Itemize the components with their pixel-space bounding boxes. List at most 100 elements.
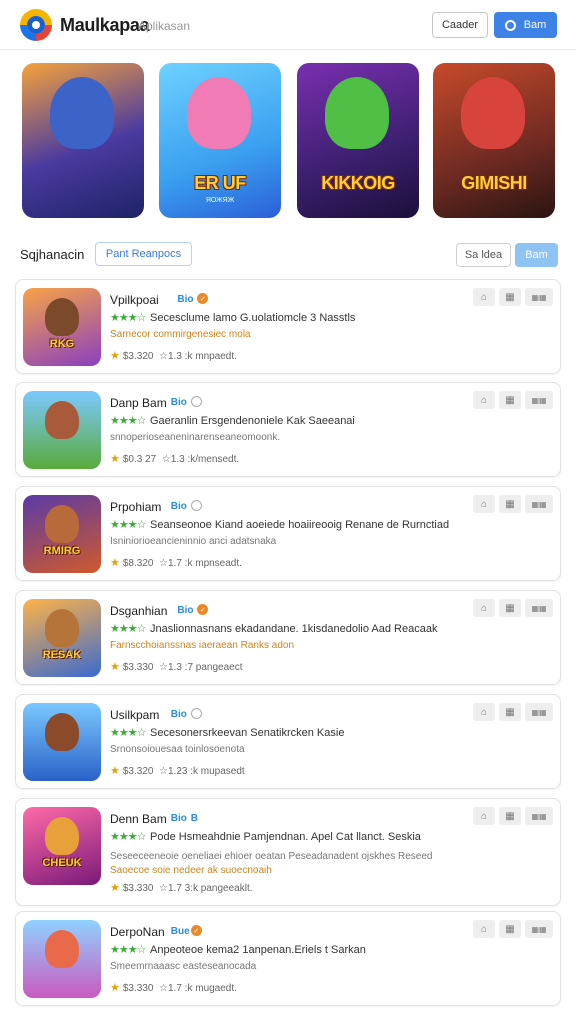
- app-description: Jnaslionnasnans ekadandane. 1kisdanedoli…: [150, 623, 438, 635]
- app-actions: ⌂ ▦ ▦▦: [473, 703, 553, 721]
- grid-icon[interactable]: ▦: [499, 391, 521, 409]
- app-price: $3.330: [122, 662, 154, 673]
- app-thumbnail: [23, 703, 101, 781]
- app-name[interactable]: Dsganhian: [110, 604, 167, 618]
- app-name[interactable]: Prpohiam: [110, 500, 161, 514]
- info-badge-icon: [190, 396, 202, 407]
- app-price: $3.320: [122, 351, 154, 362]
- info-badge-icon: [190, 708, 202, 719]
- app-price: $3.320: [122, 766, 154, 777]
- more-icon[interactable]: ▦▦: [525, 391, 553, 409]
- featured-card[interactable]: ER UF ЯОЖЯЖ: [159, 63, 281, 218]
- more-icon[interactable]: ▦▦: [525, 599, 553, 617]
- app-description-secondary: Srnonsoiouesaa toinlosoenota: [110, 744, 245, 755]
- app-actions: ⌂ ▦ ▦▦: [473, 599, 553, 617]
- app-character-illustration: [45, 930, 79, 968]
- featured-card[interactable]: GIMISHI: [433, 63, 555, 218]
- app-list-item[interactable]: RMIRG Prpohiam Bio ★★★☆ Seanseonoe Kiand…: [15, 486, 561, 581]
- app-logo-icon[interactable]: [20, 9, 52, 41]
- star-coin-icon: ★: [110, 453, 120, 465]
- app-downloads: ☆1.7 :k mpnseadt.: [159, 558, 242, 569]
- app-name[interactable]: Danp Bam: [110, 396, 167, 410]
- app-name[interactable]: Vpilkpoai: [110, 293, 159, 307]
- app-tag: Bio: [170, 813, 187, 824]
- app-name[interactable]: Usilkpam: [110, 708, 159, 722]
- more-icon[interactable]: ▦▦: [525, 920, 553, 938]
- app-thumbnail-title: CHEUK: [42, 857, 82, 869]
- featured-card[interactable]: KIKKOIG: [297, 63, 419, 218]
- section-title: Sqjhanacin: [20, 247, 85, 262]
- rating-stars-icon: ★★★☆: [110, 623, 146, 635]
- app-tag: Bio: [177, 294, 194, 305]
- sort-outline-button[interactable]: Sa ldea: [456, 243, 511, 267]
- app-tag: Bio: [170, 397, 187, 408]
- app-description: Pode Hsmeahdnie Pamjendnan. Apel Cat lla…: [150, 831, 421, 843]
- app-character-illustration: [45, 817, 79, 855]
- app-meta: ★ $3.320 ☆1.23 :k mupasedt: [110, 764, 245, 777]
- star-coin-icon: ★: [110, 661, 120, 673]
- bookmark-icon[interactable]: ⌂: [473, 391, 495, 409]
- app-actions: ⌂ ▦ ▦▦: [473, 807, 553, 825]
- grid-icon[interactable]: ▦: [499, 495, 521, 513]
- featured-card[interactable]: [22, 63, 144, 218]
- app-thumbnail: [23, 920, 101, 998]
- app-thumbnail: [23, 391, 101, 469]
- app-downloads: ☆1.3 :k mnpaedt.: [159, 351, 237, 362]
- header-outline-button[interactable]: Caader: [432, 12, 488, 38]
- featured-title: GIMISHI: [461, 173, 527, 193]
- more-icon[interactable]: ▦▦: [525, 288, 553, 306]
- grid-icon[interactable]: ▦: [499, 599, 521, 617]
- grid-icon[interactable]: ▦: [499, 288, 521, 306]
- bookmark-icon[interactable]: ⌂: [473, 703, 495, 721]
- info-badge-icon: [190, 500, 202, 511]
- featured-character-illustration: [187, 77, 251, 149]
- app-description-tertiary: Saoecoe soie nedeer ak suoecnoaih: [110, 865, 272, 876]
- app-list-item[interactable]: Danp Bam Bio ★★★☆ Gaeranlin Ersgendenoni…: [15, 382, 561, 477]
- app-character-illustration: [45, 298, 79, 336]
- grid-icon[interactable]: ▦: [499, 807, 521, 825]
- app-list-item[interactable]: CHEUK Denn Bam Bio B ★★★☆ Pode Hsmeahdni…: [15, 798, 561, 906]
- star-coin-icon: ★: [110, 557, 120, 569]
- bookmark-icon[interactable]: ⌂: [473, 807, 495, 825]
- app-description-secondary: Seseeceeneoie oeneliaei ehioer oeatan Pe…: [110, 851, 433, 862]
- bookmark-icon[interactable]: ⌂: [473, 288, 495, 306]
- app-description: Seanseonoe Kiand aoeiede hoaiireooig Ren…: [150, 519, 450, 531]
- badge-text: B: [190, 813, 199, 824]
- rating-stars-icon: ★★★☆: [110, 415, 146, 427]
- app-character-illustration: [45, 609, 79, 647]
- app-tag: Bio: [170, 709, 187, 720]
- more-icon[interactable]: ▦▦: [525, 807, 553, 825]
- app-description: Gaeranlin Ersgendenoniele Kak Saeeanai: [150, 415, 355, 427]
- app-price: $3.330: [122, 983, 154, 994]
- app-list-item[interactable]: RESAK Dsganhian Bio ✓ ★★★☆ Jnaslionnasna…: [15, 590, 561, 685]
- app-description-secondary: snnoperioseaneninarenseaneomoonk.: [110, 432, 281, 443]
- filter-chip[interactable]: Pant Reanpocs: [95, 242, 192, 266]
- featured-character-illustration: [461, 77, 525, 149]
- app-price: $3.330: [122, 883, 154, 894]
- app-actions: ⌂ ▦ ▦▦: [473, 495, 553, 513]
- app-list-item[interactable]: RKG Vpilkpoai Bio ✓ ★★★☆ Secesclume lamo…: [15, 279, 561, 374]
- app-name[interactable]: DerpoNan: [110, 925, 165, 939]
- grid-icon[interactable]: ▦: [499, 703, 521, 721]
- more-icon[interactable]: ▦▦: [525, 703, 553, 721]
- star-coin-icon: ★: [110, 765, 120, 777]
- bookmark-icon[interactable]: ⌂: [473, 599, 495, 617]
- app-list-item[interactable]: DerpoNan Bue ✓ ★★★☆ Anpeoteoe kema2 1anp…: [15, 911, 561, 1006]
- app-name[interactable]: Denn Bam: [110, 812, 167, 826]
- app-subtitle: Aplikasan: [138, 19, 191, 33]
- app-list-item[interactable]: Usilkpam Bio ★★★☆ Secesonersrkeevan Sena…: [15, 694, 561, 789]
- rating-stars-icon: ★★★☆: [110, 944, 146, 956]
- app-thumbnail: RESAK: [23, 599, 101, 677]
- sort-primary-button[interactable]: Bam: [515, 243, 558, 267]
- app-description: Secesonersrkeevan Senatikrcken Kasie: [150, 727, 345, 739]
- app-meta: ★ $3.330 ☆1.7 :k mugaedt.: [110, 981, 237, 994]
- rating-stars-icon: ★★★☆: [110, 519, 146, 531]
- verified-badge-icon: ✓: [190, 925, 202, 936]
- app-meta: ★ $3.320 ☆1.3 :k mnpaedt.: [110, 349, 237, 362]
- grid-icon[interactable]: ▦: [499, 920, 521, 938]
- app-actions: ⌂ ▦ ▦▦: [473, 920, 553, 938]
- header-search-button[interactable]: Bam: [494, 12, 557, 38]
- more-icon[interactable]: ▦▦: [525, 495, 553, 513]
- bookmark-icon[interactable]: ⌂: [473, 495, 495, 513]
- bookmark-icon[interactable]: ⌂: [473, 920, 495, 938]
